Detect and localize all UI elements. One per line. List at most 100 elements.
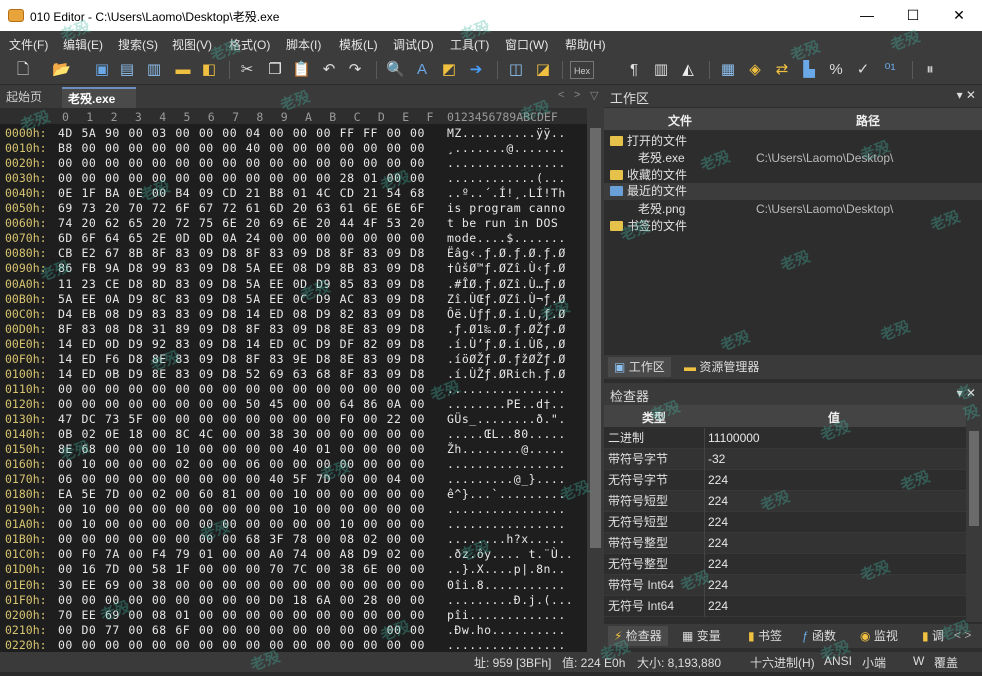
hex-row-ascii[interactable]: ............(... bbox=[447, 171, 566, 186]
hex-row-ascii[interactable]: ........PE..d†.. bbox=[447, 397, 566, 412]
hex-row-ascii[interactable]: ê^}...`......... bbox=[447, 487, 566, 502]
status-mode[interactable]: 十六进制(H) bbox=[750, 654, 815, 671]
hex-row-bytes[interactable]: 6D 6F 64 65 2E 0D 0D 0A 24 00 00 00 00 0… bbox=[58, 231, 425, 246]
hex-row-ascii[interactable]: pîi............. bbox=[447, 608, 566, 623]
hex-row[interactable]: 01C0h: 00 F0 7A 00 F4 79 01 00 00 A0 74 0… bbox=[0, 547, 587, 562]
status-overwrite[interactable]: 覆盖 bbox=[934, 654, 958, 671]
new-file-icon[interactable]: 🗋 bbox=[14, 61, 32, 79]
hex-row-ascii[interactable]: †ûšØ™ƒ.ØZî.Ù‹ƒ.Ø bbox=[447, 261, 566, 276]
hex-row-ascii[interactable]: ................ bbox=[447, 517, 566, 532]
hex-row-ascii[interactable]: ..}.X....p|.8n.. bbox=[447, 562, 566, 577]
inspector-row-value[interactable]: 224 bbox=[708, 554, 728, 575]
undo-icon[interactable]: ↶ bbox=[320, 61, 338, 79]
inspector-row[interactable]: 带符号字节 -32 bbox=[604, 449, 966, 470]
hex-row-ascii[interactable]: .í.ÙŽƒ.ØRich.ƒ.Ø bbox=[447, 367, 566, 382]
hex-row[interactable]: 0030h: 00 00 00 00 00 00 00 00 00 00 00 0… bbox=[0, 171, 587, 186]
hex-row[interactable]: 0150h: 8E 68 00 00 00 10 00 00 00 00 40 0… bbox=[0, 442, 587, 457]
hex-row-bytes[interactable]: 14 ED 0B D9 8E 83 09 D8 52 69 63 68 8F 8… bbox=[58, 367, 425, 382]
hex-row[interactable]: 0100h: 14 ED 0B D9 8E 83 09 D8 52 69 63 6… bbox=[0, 367, 587, 382]
save-icon[interactable]: ▣ bbox=[93, 61, 111, 79]
hex-row[interactable]: 0050h: 69 73 20 70 72 6F 67 72 61 6D 20 6… bbox=[0, 201, 587, 216]
hex-row-bytes[interactable]: 8E 68 00 00 00 10 00 00 00 00 40 01 00 0… bbox=[58, 442, 425, 457]
hex-row-bytes[interactable]: 00 16 7D 00 58 1F 00 00 00 70 7C 00 38 6… bbox=[58, 562, 425, 577]
hex-row[interactable]: 0180h: EA 5E 7D 00 02 00 60 81 00 00 10 0… bbox=[0, 487, 587, 502]
minimize-button[interactable]: — bbox=[844, 0, 890, 31]
template-icon[interactable]: ◪ bbox=[534, 61, 552, 79]
inspector-row-value[interactable]: 224 bbox=[708, 491, 728, 512]
inspector-row[interactable]: 无符号整型 224 bbox=[604, 554, 966, 575]
hex-row-bytes[interactable]: 30 EE 69 00 38 00 00 00 00 00 00 00 00 0… bbox=[58, 578, 425, 593]
highlight-icon[interactable]: ◭ bbox=[679, 61, 697, 79]
hex-row-ascii[interactable]: 0îi.8........... bbox=[447, 578, 566, 593]
hex-row[interactable]: 00F0h: 14 ED F6 D8 8E 83 09 D8 8F 83 9E D… bbox=[0, 352, 587, 367]
hex-row[interactable]: 0210h: 00 D0 77 00 68 6F 00 00 00 00 00 0… bbox=[0, 623, 587, 638]
workspace-close-icon[interactable]: ▾ ✕ bbox=[957, 88, 976, 102]
hex-row-bytes[interactable]: 00 10 00 00 00 02 00 00 06 00 00 00 00 0… bbox=[58, 457, 425, 472]
redo-icon[interactable]: ↷ bbox=[346, 61, 364, 79]
pause-icon[interactable]: ⏸ bbox=[921, 61, 939, 79]
inspector-row[interactable]: 无符号字节 224 bbox=[604, 470, 966, 491]
inspector-row[interactable]: 带符号整型 224 bbox=[604, 533, 966, 554]
hex-row-ascii[interactable]: ........h?x..... bbox=[447, 532, 566, 547]
hex-row-bytes[interactable]: 00 10 00 00 00 00 00 00 00 00 00 00 10 0… bbox=[58, 517, 425, 532]
hex-row-bytes[interactable]: 0E 1F BA 0E 00 B4 09 CD 21 B8 01 4C CD 2… bbox=[58, 186, 425, 201]
hex-row[interactable]: 0140h: 0B 02 0E 18 00 8C 4C 00 00 38 30 0… bbox=[0, 427, 587, 442]
hex-row[interactable]: 0200h: 70 EE 69 00 08 01 00 00 00 00 00 0… bbox=[0, 608, 587, 623]
hex-mode-icon[interactable]: Hex bbox=[570, 61, 594, 79]
inspector-row[interactable]: 带符号 Int64 224 bbox=[604, 575, 966, 596]
hex-row-bytes[interactable]: D4 EB 08 D9 83 83 09 D8 14 ED 08 D9 82 8… bbox=[58, 307, 425, 322]
hex-row[interactable]: 0220h: 00 00 00 00 00 00 00 00 00 00 00 0… bbox=[0, 638, 587, 653]
hex-row[interactable]: 01B0h: 00 00 00 00 00 00 00 00 68 3F 78 0… bbox=[0, 532, 587, 547]
paste-icon[interactable]: 📋 bbox=[292, 61, 311, 79]
inspector-row[interactable]: 无符号短型 224 bbox=[604, 512, 966, 533]
histogram-icon[interactable]: ▙ bbox=[800, 61, 818, 79]
hex-row-ascii[interactable]: .ðz.ôy.... t.¨Ù.. bbox=[447, 547, 573, 562]
folder-icon[interactable]: ▬ bbox=[174, 61, 192, 79]
workspace-item-favorites[interactable]: 收藏的文件 bbox=[610, 167, 687, 184]
hex-row[interactable]: 00E0h: 14 ED 0D D9 92 83 09 D8 14 ED 0C D… bbox=[0, 337, 587, 352]
tab-workspace[interactable]: ▣ 工作区 bbox=[608, 357, 671, 377]
hex-row[interactable]: 0120h: 00 00 00 00 00 00 00 00 50 45 00 0… bbox=[0, 397, 587, 412]
hex-row-bytes[interactable]: 00 00 00 00 00 00 00 00 50 45 00 00 64 8… bbox=[58, 397, 425, 412]
hex-row-bytes[interactable]: 0B 02 0E 18 00 8C 4C 00 00 38 30 00 00 0… bbox=[58, 427, 425, 442]
hex-row-bytes[interactable]: 00 00 00 00 00 00 00 00 00 00 00 00 00 0… bbox=[58, 382, 425, 397]
hex-row-bytes[interactable]: B8 00 00 00 00 00 00 00 40 00 00 00 00 0… bbox=[58, 141, 425, 156]
menu-search[interactable]: 搜索(S) bbox=[118, 36, 158, 53]
hex-row[interactable]: 00A0h: 11 23 CE D8 8D 83 09 D8 5A EE 0D D… bbox=[0, 277, 587, 292]
hex-row-ascii[interactable]: .........@_}.... bbox=[447, 472, 566, 487]
inspector-row-value[interactable]: 224 bbox=[708, 596, 728, 617]
menu-tools[interactable]: 工具(T) bbox=[450, 36, 489, 53]
copy-icon[interactable]: ❐ bbox=[266, 61, 284, 79]
hex-row[interactable]: 00C0h: D4 EB 08 D9 83 83 09 D8 14 ED 08 D… bbox=[0, 307, 587, 322]
hex-row-ascii[interactable]: .....ŒL..80..... bbox=[447, 427, 566, 442]
hex-row[interactable]: 01D0h: 00 16 7D 00 58 1F 00 00 00 70 7C 0… bbox=[0, 562, 587, 577]
workspace-item-open-files[interactable]: 打开的文件 bbox=[610, 133, 687, 150]
workspace-item-recent[interactable]: 最近的文件 bbox=[604, 183, 982, 200]
hex-row-ascii[interactable]: ................ bbox=[447, 382, 566, 397]
hex-row-bytes[interactable]: 00 00 00 00 00 00 00 00 00 00 00 00 00 0… bbox=[58, 638, 425, 653]
hex-row-ascii[interactable]: Ëâg‹.ƒ.Ø.ƒ.Ø.ƒ.Ø bbox=[447, 246, 566, 261]
compare-icon[interactable]: ◫ bbox=[507, 61, 525, 79]
hex-row[interactable]: 0170h: 06 00 00 00 00 00 00 00 00 40 5F 7… bbox=[0, 472, 587, 487]
hex-row-ascii[interactable]: ................ bbox=[447, 502, 566, 517]
hex-row-ascii[interactable]: .Ðw.ho.......... bbox=[447, 623, 566, 638]
hex-row[interactable]: 0000h: 4D 5A 90 00 03 00 00 00 04 00 00 0… bbox=[0, 126, 587, 141]
hex-row-bytes[interactable]: EA 5E 7D 00 02 00 60 81 00 00 10 00 00 0… bbox=[58, 487, 425, 502]
inspector-scrollbar[interactable] bbox=[966, 405, 982, 622]
hex-row-ascii[interactable]: .ƒ.Ø1‰.Ø.ƒ.ØŽƒ.Ø bbox=[447, 322, 566, 337]
hex-row-ascii[interactable]: Ôë.Ùƒƒ.Ø.í.Ù‚ƒ.Ø bbox=[447, 307, 566, 322]
workspace-item-recent-file[interactable]: 老殁.png bbox=[638, 201, 685, 218]
hex-row-bytes[interactable]: 11 23 CE D8 8D 83 09 D8 5A EE 0D D9 85 8… bbox=[58, 277, 425, 292]
hex-row-bytes[interactable]: 5A EE 0A D9 8C 83 09 D8 5A EE 0C D9 AC 8… bbox=[58, 292, 425, 307]
hex-row[interactable]: 0040h: 0E 1F BA 0E 00 B4 09 CD 21 B8 01 4… bbox=[0, 186, 587, 201]
tab-debug[interactable]: ▮ 调 bbox=[916, 626, 950, 646]
hex-row-bytes[interactable]: 47 DC 73 5F 00 00 00 00 00 00 00 00 F0 0… bbox=[58, 412, 425, 427]
hex-row[interactable]: 01E0h: 30 EE 69 00 38 00 00 00 00 00 00 0… bbox=[0, 578, 587, 593]
hex-row-ascii[interactable]: ................ bbox=[447, 457, 566, 472]
tab-watch[interactable]: ◉ 监视 bbox=[854, 626, 904, 646]
hex-row-bytes[interactable]: 4D 5A 90 00 03 00 00 00 04 00 00 00 FF F… bbox=[58, 126, 425, 141]
hex-row-bytes[interactable]: 00 00 00 00 00 00 00 00 68 3F 78 00 08 0… bbox=[58, 532, 425, 547]
status-write[interactable]: W bbox=[913, 654, 924, 668]
hex-row-bytes[interactable]: 00 D0 77 00 68 6F 00 00 00 00 00 00 00 0… bbox=[58, 623, 425, 638]
inspector-row-value[interactable]: 11100000 bbox=[708, 428, 760, 449]
